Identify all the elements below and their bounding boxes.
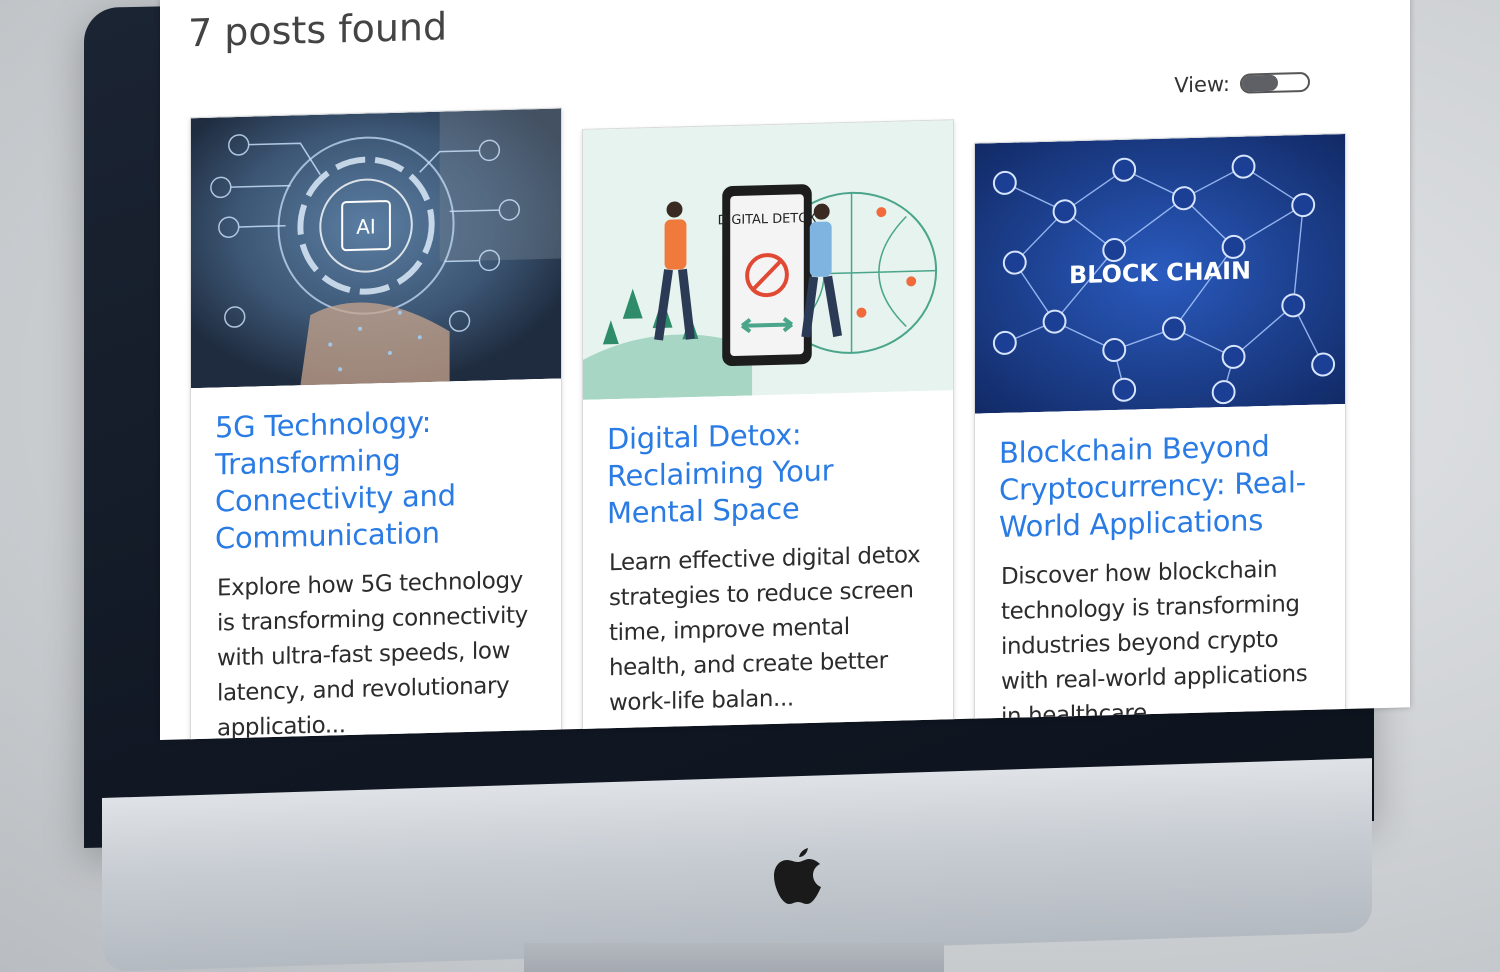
detox-screen-text: DIGITAL DETOX xyxy=(718,211,817,229)
post-excerpt: Explore how 5G technology is transformin… xyxy=(217,567,528,741)
ai-technology-image[interactable]: AI xyxy=(191,108,561,389)
post-excerpt: Discover how blockchain technology is tr… xyxy=(1001,556,1308,730)
apple-logo-icon xyxy=(774,848,821,904)
monitor-stand xyxy=(524,943,944,972)
digital-detox-illustration[interactable]: DIGITAL DETOX xyxy=(583,120,953,400)
post-card[interactable]: AI 5G Technology: Transforming Connectiv… xyxy=(190,107,562,741)
post-excerpt: Learn effective digital detox strategies… xyxy=(609,542,921,717)
ai-chip-text: AI xyxy=(356,214,375,239)
posts-count: 7 posts found xyxy=(188,4,448,56)
posts-grid: AI 5G Technology: Transforming Connectiv… xyxy=(190,87,1350,741)
post-card[interactable]: BLOCK CHAIN Blockchain Beyond Cryptocurr… xyxy=(974,132,1346,741)
screen: 7 posts found View: AI 5G Technology: Tr… xyxy=(160,0,1410,741)
post-title[interactable]: Blockchain Beyond Cryptocurrency: Real-W… xyxy=(999,427,1321,546)
post-title[interactable]: Digital Detox: Reclaiming Your Mental Sp… xyxy=(607,413,929,532)
blockchain-text: BLOCK CHAIN xyxy=(1069,256,1251,289)
post-card[interactable]: DIGITAL DETOX Digital Detox: Reclaiming … xyxy=(582,119,954,741)
post-title[interactable]: 5G Technology: Transforming Connectivity… xyxy=(215,401,537,557)
blockchain-network-image[interactable]: BLOCK CHAIN xyxy=(975,133,1345,414)
